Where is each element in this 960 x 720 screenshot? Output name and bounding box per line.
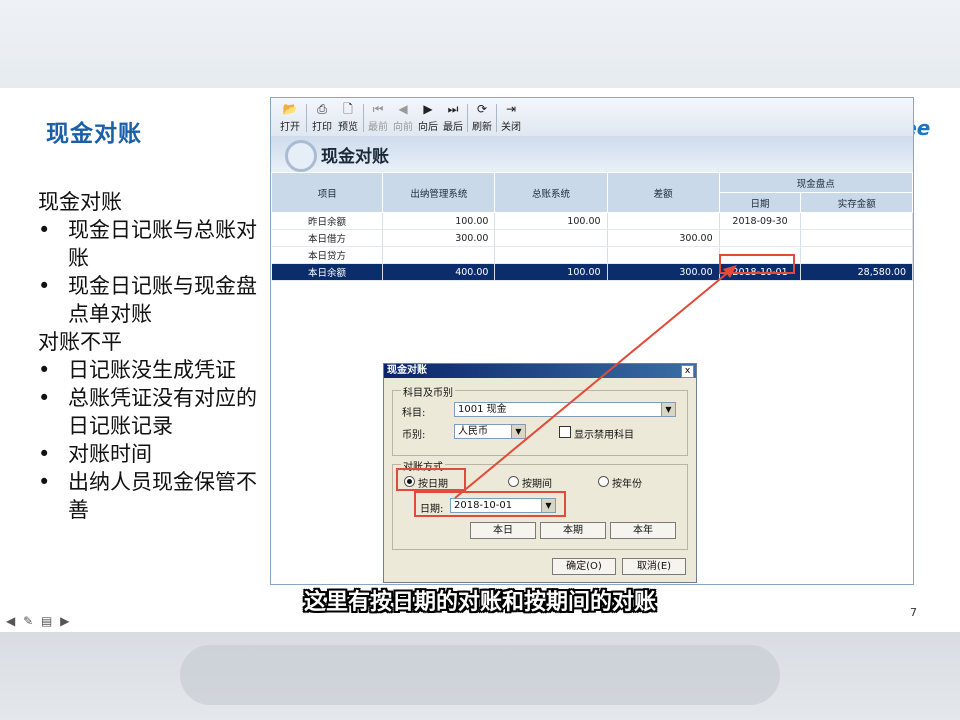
bullet-item: • 日记账没生成凭证: [38, 358, 236, 382]
header-actual: 实存金额: [800, 192, 913, 213]
last-icon: ⏭: [447, 102, 459, 116]
report-banner: 现金对账: [271, 136, 913, 172]
refresh-icon: ⟳: [476, 102, 488, 116]
radio-by-year[interactable]: [598, 476, 609, 487]
today-button[interactable]: 本日: [470, 522, 536, 539]
app-window: 📂 打开 ⎙ 打印 🗋 预览 ⏮ 最前 ◀ 向前 ▶ 向后 ⏭ 最后 ⟳ 刷新 ⇥ 关闭 现金对账…: [270, 97, 914, 585]
highlight-by-date: [396, 468, 466, 491]
exit-icon: ⇥: [505, 102, 517, 116]
header-cashier: 出纳管理系统: [382, 172, 496, 213]
year-button[interactable]: 本年: [610, 522, 676, 539]
next-button[interactable]: ▶ 向后: [415, 100, 441, 134]
background-blur: [180, 645, 780, 705]
chevron-down-icon: ▼: [661, 403, 675, 416]
preview-icon: 🗋: [343, 102, 353, 116]
open-button[interactable]: 📂 打开: [277, 100, 303, 134]
reconciliation-table: 项目 出纳管理系统 总账系统 差额 现金盘点 日期 实存金额 昨日余额 100.…: [271, 172, 913, 281]
header-diff: 差额: [606, 172, 720, 213]
bullet-heading: 对账不平: [38, 330, 122, 354]
preview-button[interactable]: 🗋 预览: [335, 100, 361, 134]
report-title: 现金对账: [321, 147, 389, 167]
bullet-item: • 总账凭证没有对应的日记账记录: [38, 386, 257, 438]
slide-title: 现金对账: [46, 121, 142, 147]
chevron-down-icon: ▼: [511, 425, 525, 438]
refresh-button[interactable]: ⟳ 刷新: [469, 100, 495, 134]
period-button[interactable]: 本期: [540, 522, 606, 539]
bullet-item: • 现金日记账与现金盘点单对账: [38, 274, 257, 326]
bullet-item: • 现金日记账与总账对账: [38, 218, 257, 270]
table-row-selected[interactable]: 本日余额 400.00 100.00 300.00 2018-10-01 28,…: [271, 263, 913, 281]
video-subtitle: 这里有按日期的对账和按期间的对账: [303, 590, 656, 615]
ok-button[interactable]: 确定(O): [552, 558, 616, 575]
highlight-date-cell: [719, 254, 795, 274]
currency-select[interactable]: 人民币 ▼: [454, 424, 526, 439]
highlight-date-field: [414, 491, 566, 517]
next-arrow-icon[interactable]: ▶: [60, 614, 69, 628]
last-button[interactable]: ⏭ 最后: [440, 100, 466, 134]
header-item: 项目: [271, 172, 384, 213]
close-button[interactable]: ⇥ 关闭: [498, 100, 524, 134]
printer-icon: ⎙: [317, 102, 327, 116]
header-ledger: 总账系统: [494, 172, 608, 213]
table-row[interactable]: 本日贷方: [271, 246, 913, 264]
next-icon: ▶: [423, 102, 433, 116]
toolbar: 📂 打开 ⎙ 打印 🗋 预览 ⏮ 最前 ◀ 向前 ▶ 向后 ⏭ 最后 ⟳ 刷新 ⇥ 关闭: [271, 98, 913, 137]
prev-arrow-icon[interactable]: ◀: [6, 614, 15, 628]
magnifier-icon: [285, 140, 317, 172]
dialog-title: 现金对账: [384, 364, 696, 378]
cancel-button[interactable]: 取消(E): [622, 558, 686, 575]
show-disabled-checkbox[interactable]: [559, 426, 571, 438]
menu-icon[interactable]: ▤: [41, 614, 52, 628]
header-cash-count: 现金盘点: [718, 172, 913, 193]
bullet-heading: 现金对账: [38, 190, 122, 214]
bullet-list: 现金对账 • 现金日记账与总账对账 • 现金日记账与现金盘点单对账 对账不平 • 日记…: [38, 188, 258, 524]
folder-icon: 📂: [282, 102, 298, 116]
pen-icon[interactable]: ✎: [23, 614, 33, 628]
dialog-close-button[interactable]: x: [681, 365, 694, 378]
table-row[interactable]: 昨日余额 100.00 100.00 2018-09-30: [271, 212, 913, 230]
print-button[interactable]: ⎙ 打印: [309, 100, 335, 134]
first-icon: ⏮: [372, 102, 384, 116]
reconcile-dialog: 现金对账 x 科目及币别 科目: 1001 现金 ▼ 币别: 人民币 ▼ 显示禁…: [383, 363, 697, 583]
prev-icon: ◀: [398, 102, 408, 116]
table-row[interactable]: 本日借方 300.00 300.00: [271, 229, 913, 247]
slide-nav-controls: ◀ ✎ ▤ ▶: [6, 614, 73, 628]
prev-button[interactable]: ◀ 向前: [390, 100, 416, 134]
first-button[interactable]: ⏮ 最前: [365, 100, 391, 134]
bullet-item: • 对账时间: [38, 442, 152, 466]
bullet-item: • 出纳人员现金保管不善: [38, 470, 257, 522]
radio-by-period[interactable]: [508, 476, 519, 487]
subject-select[interactable]: 1001 现金 ▼: [454, 402, 676, 417]
header-date: 日期: [718, 192, 802, 213]
subject-group: 科目及币别: [392, 384, 688, 456]
background-top: [0, 0, 960, 88]
